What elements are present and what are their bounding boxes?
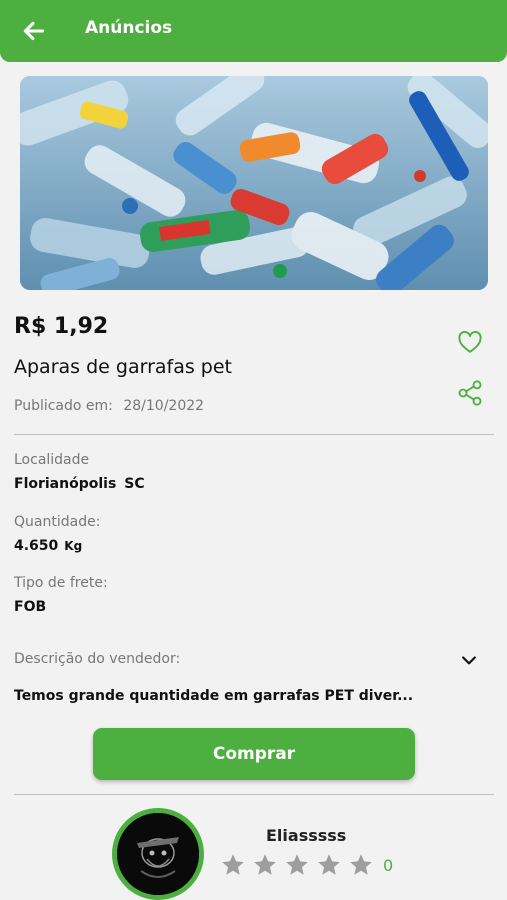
star-icon[interactable] [284,852,310,878]
star-icon[interactable] [220,852,246,878]
published-date: 28/10/2022 [123,398,205,414]
product-price: R$ 1,92 [14,314,109,339]
product-title: Aparas de garrafas pet [14,356,232,378]
quantity-label: Quantidade: [14,514,101,530]
seller-rating[interactable] [220,852,374,878]
star-icon[interactable] [316,852,342,878]
bottles-photo [20,76,488,290]
share-button[interactable] [454,377,486,409]
divider [14,794,494,795]
star-icon[interactable] [252,852,278,878]
seller-name: Eliasssss [266,826,347,845]
back-button[interactable] [18,15,50,47]
description-text: Temos grande quantidade em garrafas PET … [14,688,414,704]
avatar-image [117,813,199,895]
published-label: Publicado em: [14,398,113,414]
arrow-left-icon [23,21,45,41]
rating-count: 0 [383,856,394,875]
buy-button[interactable]: Comprar [93,728,415,780]
product-image[interactable] [20,76,488,290]
description-label: Descrição do vendedor: [14,651,181,667]
published-info: Publicado em: 28/10/2022 [14,398,210,414]
location-label: Localidade [14,452,90,468]
expand-description-button[interactable] [456,647,482,673]
favorite-button[interactable] [454,326,486,358]
location-value: Florianópolis SC [14,476,145,492]
star-icon[interactable] [348,852,374,878]
seller-avatar[interactable] [112,808,204,900]
app-bar: Anúncios [0,0,507,62]
chevron-down-icon [462,656,476,665]
quantity-unit: Kg [64,539,83,553]
share-icon [458,380,482,406]
quantity-value: 4.650 Kg [14,538,82,554]
freight-value: FOB [14,599,47,615]
divider [14,434,494,435]
location-city: Florianópolis [14,476,117,492]
quantity-number: 4.650 [14,538,59,554]
page-title: Anúncios [85,18,173,38]
freight-label: Tipo de frete: [14,575,108,591]
heart-outline-icon [458,331,482,353]
location-state: SC [124,476,145,492]
